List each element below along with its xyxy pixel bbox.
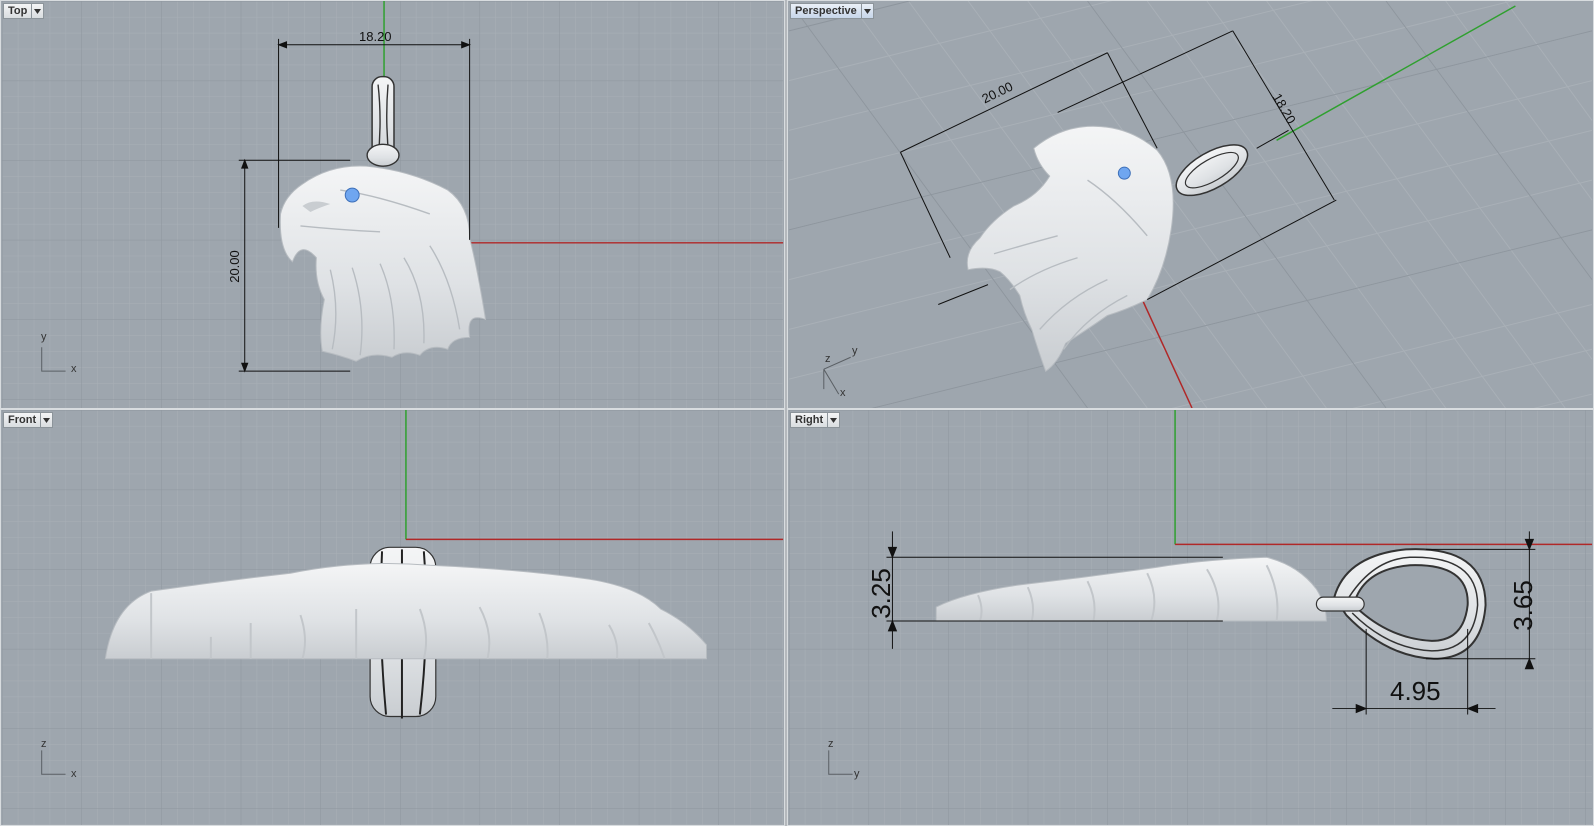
viewport-tab-right[interactable]: Right: [790, 412, 841, 428]
viewport-right[interactable]: 3.25 3.65 4.95 z y Right: [787, 409, 1594, 826]
dimension-label-width: 18.20: [359, 29, 392, 44]
chevron-down-icon[interactable]: [40, 413, 52, 427]
axis-label-x: x: [71, 363, 77, 375]
dimension-label-height: 20.00: [226, 250, 242, 283]
viewport-title: Top: [8, 5, 28, 17]
dimension-label-thickness: 3.25: [865, 568, 896, 619]
axis-label-y: y: [854, 768, 860, 780]
viewport-title: Perspective: [795, 5, 857, 17]
axis-label-y: y: [852, 345, 858, 357]
axis-label-z: z: [828, 738, 834, 750]
viewport-perspective[interactable]: 20.00 18.20 z y x Perspective: [787, 0, 1594, 409]
viewport-tab-front[interactable]: Front: [3, 412, 54, 428]
bail-loop: [366, 75, 400, 167]
chevron-down-icon[interactable]: [31, 4, 43, 18]
axis-label-z: z: [41, 738, 47, 750]
right-viewport-scene: [788, 410, 1593, 825]
top-viewport-scene: [1, 1, 784, 408]
viewport-top[interactable]: 18.20 20.00 y x Top: [0, 0, 785, 409]
front-viewport-scene: [1, 410, 784, 825]
chevron-down-icon[interactable]: [827, 413, 839, 427]
dimension-label-loop-width: 4.95: [1390, 676, 1441, 706]
viewport-tab-perspective[interactable]: Perspective: [790, 3, 874, 19]
viewport-front[interactable]: z x Front: [0, 409, 785, 826]
axis-label-x: x: [840, 387, 846, 399]
axis-label-z: z: [825, 353, 831, 365]
axis-label-x: x: [71, 768, 77, 780]
chevron-down-icon[interactable]: [860, 4, 873, 18]
perspective-viewport-scene: [788, 1, 1593, 408]
viewport-title: Front: [8, 414, 37, 426]
dimension-label-loop-height: 3.65: [1507, 580, 1538, 631]
axis-label-y: y: [41, 331, 47, 343]
viewport-title: Right: [795, 414, 824, 426]
viewport-tab-top[interactable]: Top: [3, 3, 45, 19]
